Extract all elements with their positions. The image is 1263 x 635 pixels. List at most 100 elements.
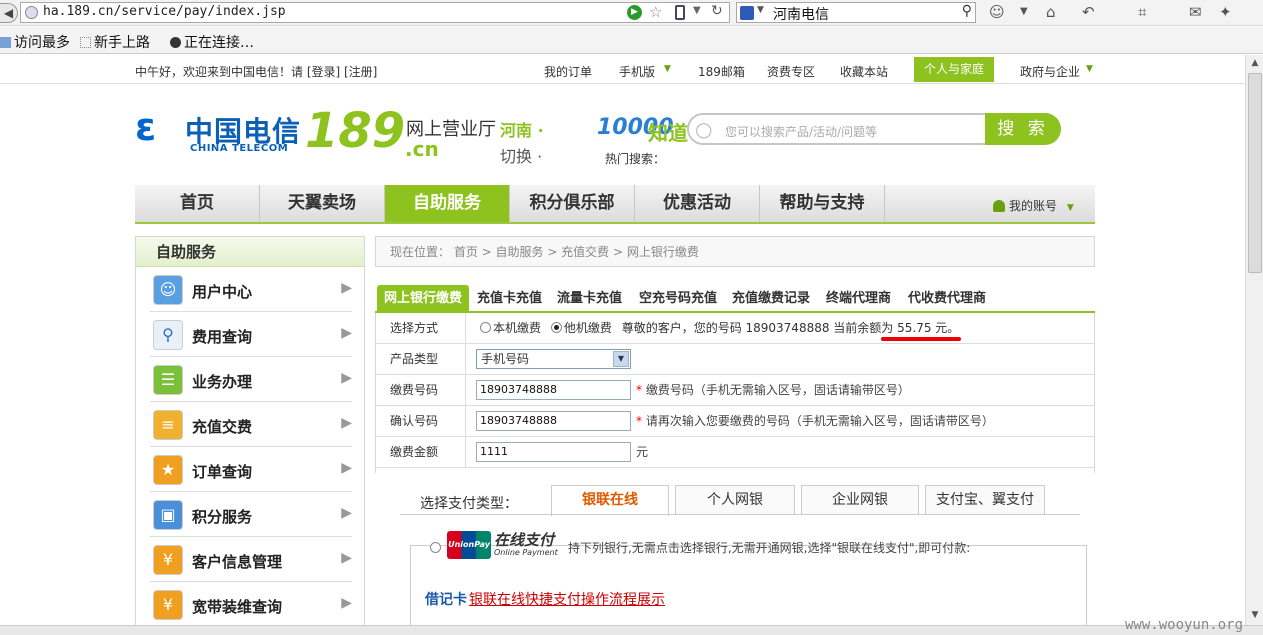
pay-type-divider xyxy=(400,514,1080,515)
sidebar: 自助服务 ☺ 用户中心 ▶ ⚲ 费用查询 ▶ ☰ 业务办理 ▶ ≡ 充值交费 ▶ ★ 订单查询 ▶ … xyxy=(135,236,365,635)
pay-type-personal-bank[interactable]: 个人网银 xyxy=(675,485,795,515)
debit-flow-link[interactable]: 银联在线快捷支付操作流程展示 xyxy=(469,589,665,609)
tab-terminal-agent[interactable]: 终端代理商 xyxy=(826,285,891,313)
bookmark-star-icon[interactable]: ☆ xyxy=(649,3,662,21)
link-mobile[interactable]: 手机版 xyxy=(619,63,655,80)
user-icon xyxy=(993,200,1005,212)
nav-promotions[interactable]: 优惠活动 xyxy=(635,185,760,222)
address-bar[interactable]: ha.189.cn/service/pay/index.jsp ▶ ☆ ▼ ↻ xyxy=(20,2,730,23)
chevron-down-icon[interactable]: ▼ xyxy=(613,351,629,367)
tab-collection-agent[interactable]: 代收费代理商 xyxy=(908,285,986,313)
account-dropdown-icon: ▼ xyxy=(1066,203,1074,213)
history-dropdown-icon[interactable]: ▼ xyxy=(693,5,701,16)
search-icon: ○ xyxy=(695,117,713,141)
browser-search-box[interactable]: ▼ 河南电信 ⚲ xyxy=(736,2,976,23)
main-nav: 首页 天翼卖场 自助服务 积分俱乐部 优惠活动 帮助与支持 xyxy=(135,185,1095,224)
region-name[interactable]: 河南 · xyxy=(500,117,544,141)
nav-tianyi-store[interactable]: 天翼卖场 xyxy=(260,185,385,222)
tab-personal-family[interactable]: 个人与家庭 xyxy=(914,57,994,82)
breadcrumb[interactable]: 现在位置： 首页 > 自助服务 > 充值交费 > 网上银行缴费 xyxy=(375,236,1095,267)
user-icon: ☺ xyxy=(153,275,183,305)
sidebar-item-order-query[interactable]: ★ 订单查询 ▶ xyxy=(150,448,352,492)
undo-icon[interactable]: ↶ xyxy=(1082,3,1095,21)
smiley-icon[interactable]: ☺ xyxy=(989,3,1005,21)
scroll-up-icon[interactable]: ▲ xyxy=(1249,58,1261,70)
radio-other-number[interactable] xyxy=(550,322,562,333)
my-account-menu[interactable]: 我的账号 ▼ xyxy=(993,197,1074,214)
link-bookmark-site[interactable]: 收藏本站 xyxy=(840,63,888,80)
region-switch[interactable]: 切换 · xyxy=(500,143,542,167)
nav-self-service[interactable]: 自助服务 xyxy=(385,185,510,222)
radio-own-number[interactable] xyxy=(480,322,491,333)
pay-type-unionpay[interactable]: 银联在线 xyxy=(551,485,669,516)
sidebar-item-recharge[interactable]: ≡ 充值交费 ▶ xyxy=(150,403,352,447)
sidebar-item-user-center[interactable]: ☺ 用户中心 ▶ xyxy=(150,268,352,312)
enterprise-dropdown-icon[interactable]: ▼ xyxy=(1086,64,1093,74)
note-icon: ≡ xyxy=(153,410,183,440)
tab-online-banking[interactable]: 网上银行缴费 xyxy=(377,285,470,313)
link-government-enterprise[interactable]: 政府与企业 xyxy=(1020,63,1080,80)
unionpay-logo-icon: UnionPay 银联 xyxy=(447,531,491,577)
bookmark-most-visited[interactable]: 访问最多 xyxy=(0,32,70,52)
scroll-thumb[interactable] xyxy=(1248,73,1262,273)
menu-dropdown-icon[interactable]: ▼ xyxy=(1020,6,1028,17)
vertical-scrollbar[interactable]: ▲ ▼ xyxy=(1245,55,1263,625)
logo-domain: .cn xyxy=(405,137,439,161)
address-url[interactable]: ha.189.cn/service/pay/index.jsp xyxy=(43,4,286,19)
back-button[interactable]: ◀ xyxy=(0,3,18,23)
addon-icon[interactable]: ✦ xyxy=(1219,3,1232,21)
status-bar xyxy=(0,625,1263,635)
top-links-bar: 中午好，欢迎来到中国电信！请 [登录] [注册] 我的订单 手机版 ▼ 189邮… xyxy=(0,55,1245,84)
bookmark-getting-started[interactable]: 新手上路 xyxy=(80,32,150,52)
chevron-right-icon: ▶ xyxy=(341,550,352,566)
unionpay-subtitle: Online Payment xyxy=(494,548,558,557)
confirm-number-input[interactable]: 18903748888 xyxy=(476,411,631,431)
bookmark-connecting[interactable]: 正在连接… xyxy=(170,32,254,52)
tab-records[interactable]: 充值缴费记录 xyxy=(732,285,810,313)
tab-data-card[interactable]: 流量卡充值 xyxy=(557,285,622,313)
globe-icon xyxy=(25,6,38,19)
reload-icon[interactable]: ↻ xyxy=(711,3,723,19)
scroll-down-icon[interactable]: ▼ xyxy=(1249,610,1261,622)
watermark: www.wooyun.org xyxy=(1125,617,1244,633)
amount-input[interactable]: 1111 xyxy=(476,442,631,462)
product-select[interactable]: 手机号码 ▼ xyxy=(476,349,631,369)
sidebar-item-points[interactable]: ▣ 积分服务 ▶ xyxy=(150,493,352,537)
link-tariffs[interactable]: 资费专区 xyxy=(767,63,815,80)
nav-points-club[interactable]: 积分俱乐部 xyxy=(510,185,635,222)
tab-air-recharge[interactable]: 空充号码充值 xyxy=(639,285,717,313)
mobile-dropdown-icon[interactable]: ▼ xyxy=(664,64,671,74)
row-product: 产品类型 手机号码 ▼ xyxy=(376,344,1094,375)
sidebar-item-fee-query[interactable]: ⚲ 费用查询 ▶ xyxy=(150,313,352,357)
sidebar-item-business[interactable]: ☰ 业务办理 ▶ xyxy=(150,358,352,402)
bookmarks-bar: 访问最多 新手上路 正在连接… xyxy=(0,27,1263,54)
go-icon[interactable]: ▶ xyxy=(627,5,642,20)
chat-icon[interactable]: ✉ xyxy=(1189,3,1202,21)
link-189mail[interactable]: 189邮箱 xyxy=(698,63,745,80)
home-icon[interactable]: ⌂ xyxy=(1046,3,1056,21)
pay-type-enterprise-bank[interactable]: 企业网银 xyxy=(801,485,919,515)
row-pay-number: 缴费号码 18903748888 * 缴费号码（手机无需输入区号，固话请输带区号… xyxy=(376,375,1094,406)
search-button[interactable]: 搜 索 xyxy=(985,113,1061,145)
nav-help[interactable]: 帮助与支持 xyxy=(760,185,885,222)
greeting-text[interactable]: 中午好，欢迎来到中国电信！请 [登录] [注册] xyxy=(135,63,377,80)
know-logo-text[interactable]: 知道 xyxy=(648,117,688,146)
tab-card-recharge[interactable]: 充值卡充值 xyxy=(477,285,542,313)
mobile-icon[interactable] xyxy=(675,5,685,20)
link-my-orders[interactable]: 我的订单 xyxy=(544,63,592,80)
pay-number-input[interactable]: 18903748888 xyxy=(476,380,631,400)
pay-type-alipay[interactable]: 支付宝、翼支付 xyxy=(925,485,1045,515)
radio-unionpay[interactable] xyxy=(430,542,441,553)
site-search-input[interactable]: 您可以搜索产品/活动/问题等 xyxy=(725,123,877,140)
site-search-box[interactable]: ○ 您可以搜索产品/活动/问题等 xyxy=(687,113,987,145)
sidebar-item-broadband[interactable]: ¥ 宽带装维查询 ▶ xyxy=(150,583,352,627)
nav-home[interactable]: 首页 xyxy=(135,185,260,222)
sidebar-item-customer-info[interactable]: ¥ 客户信息管理 ▶ xyxy=(150,538,352,582)
sidebar-title: 自助服务 xyxy=(136,237,364,267)
search-icon[interactable]: ⚲ xyxy=(962,3,972,19)
crop-icon[interactable]: ⌗ xyxy=(1138,3,1146,21)
search-engine-icon[interactable] xyxy=(740,6,754,20)
engine-dropdown-icon[interactable]: ▼ xyxy=(757,5,764,15)
china-telecom-logo-icon[interactable]: ɛ xyxy=(135,107,175,147)
browser-search-input[interactable]: 河南电信 xyxy=(773,4,829,24)
